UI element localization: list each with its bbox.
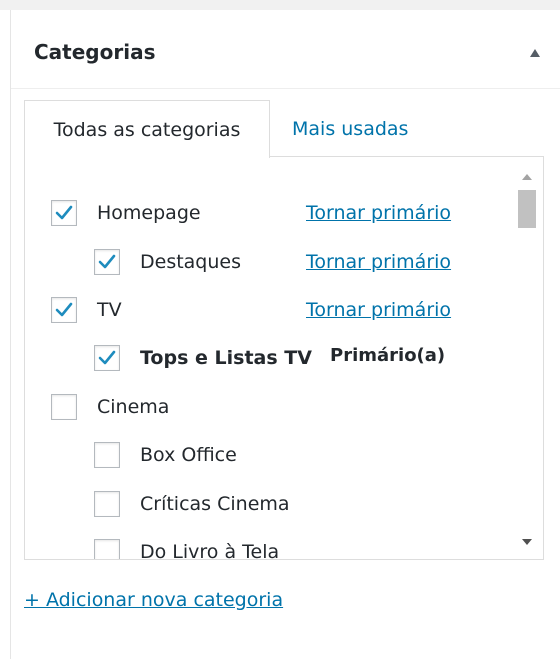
category-row[interactable]: Tops e Listas TV Primário(a) (94, 345, 511, 385)
category-label: TV (97, 299, 122, 321)
checkmark-icon (55, 302, 73, 317)
primary-badge: Primário(a) (330, 345, 446, 366)
make-primary-link[interactable]: Tornar primário (306, 297, 451, 323)
checkmark-icon (55, 205, 73, 220)
category-checkbox[interactable] (94, 491, 120, 517)
panel-header[interactable]: Categorias (11, 10, 560, 89)
scroll-down-arrow-icon[interactable] (522, 539, 532, 545)
scroll-up-arrow-icon[interactable] (522, 174, 532, 180)
checkmark-icon (98, 350, 116, 365)
category-label: Críticas Cinema (140, 493, 290, 515)
category-checklist[interactable]: Homepage Tornar primário Destaques Tornar p… (24, 156, 544, 560)
category-tabs: Todas as categorias Mais usadas (24, 100, 544, 158)
category-row[interactable]: TV Tornar primário (51, 297, 511, 337)
scrollbar[interactable] (511, 157, 543, 559)
category-row[interactable]: Destaques Tornar primário (94, 249, 511, 289)
top-strip (0, 0, 560, 10)
category-checkbox[interactable] (94, 539, 120, 559)
make-primary-link[interactable]: Tornar primário (306, 200, 451, 226)
checkmark-icon (98, 254, 116, 269)
category-label: Tops e Listas TV (140, 347, 312, 369)
category-row[interactable]: Homepage Tornar primário (51, 200, 511, 240)
category-label: Cinema (97, 396, 170, 418)
category-label: Do Livro à Tela (140, 541, 280, 560)
category-label: Homepage (97, 202, 201, 224)
category-checkbox[interactable] (94, 249, 120, 275)
category-row[interactable]: Do Livro à Tela (94, 539, 511, 560)
category-row[interactable]: Críticas Cinema (94, 491, 511, 531)
category-label: Destaques (140, 251, 242, 273)
category-checkbox[interactable] (94, 442, 120, 468)
category-row[interactable]: Box Office (94, 442, 511, 482)
tab-all-categories[interactable]: Todas as categorias (24, 100, 270, 158)
add-new-category-link[interactable]: + Adicionar nova categoria (24, 589, 283, 611)
category-row[interactable]: Cinema (51, 394, 511, 434)
panel-title: Categorias (34, 40, 156, 64)
make-primary-link[interactable]: Tornar primário (306, 249, 451, 275)
category-checkbox[interactable] (94, 345, 120, 371)
scroll-thumb[interactable] (518, 190, 536, 228)
collapse-arrow-icon[interactable] (530, 49, 540, 57)
category-checkbox[interactable] (51, 394, 77, 420)
category-checkbox[interactable] (51, 200, 77, 226)
category-checkbox[interactable] (51, 297, 77, 323)
tab-most-used[interactable]: Mais usadas (292, 100, 408, 158)
category-label: Box Office (140, 444, 237, 466)
